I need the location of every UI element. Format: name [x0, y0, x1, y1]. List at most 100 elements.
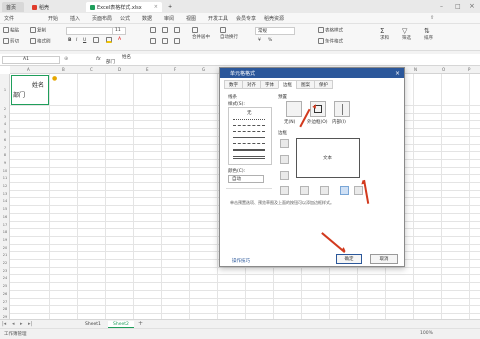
new-tab-button[interactable]: +	[164, 2, 174, 12]
border-dropdown-button[interactable]	[93, 37, 100, 44]
fill-color-button[interactable]	[106, 37, 113, 44]
line-style-dash-dot[interactable]	[233, 131, 265, 132]
selected-cell-a1[interactable]: 姓名 部门	[11, 75, 49, 105]
row-number[interactable]: 16	[0, 215, 10, 219]
row-number[interactable]: 27	[0, 300, 10, 304]
row-number[interactable]: 25	[0, 284, 10, 288]
italic-button[interactable]: I	[76, 38, 77, 43]
menu-item-page-layout[interactable]: 页面布局	[92, 15, 112, 22]
copy-button[interactable]: 复制	[30, 27, 46, 34]
close-tab-icon[interactable]: ×	[154, 4, 158, 10]
row-number[interactable]: 15	[0, 207, 10, 211]
cond-format-button[interactable]: 条件格式	[318, 38, 343, 45]
tips-link[interactable]: 操作技巧	[232, 258, 250, 264]
border-middle-v-button[interactable]	[320, 186, 329, 195]
maximize-icon[interactable]: □	[455, 3, 461, 10]
line-style-double[interactable]	[233, 156, 265, 159]
line-style-dotted[interactable]	[233, 119, 265, 120]
tab-protection[interactable]: 保护	[314, 80, 333, 89]
row-number[interactable]: 4	[0, 122, 10, 126]
border-diag-down-button[interactable]	[354, 186, 363, 195]
name-box[interactable]: A1	[2, 56, 60, 64]
menu-item-developer[interactable]: 开发工具	[208, 15, 228, 22]
row-number[interactable]: 11	[0, 176, 10, 180]
tab-wps[interactable]: 稻壳	[28, 2, 54, 12]
workbook-manager[interactable]: 工作簿管理	[4, 331, 27, 337]
filter-button[interactable]: ▽ 筛选	[402, 27, 411, 41]
tab-pattern[interactable]: 图案	[296, 80, 315, 89]
cancel-button[interactable]: 取消	[370, 254, 398, 264]
preset-none-button[interactable]	[286, 101, 302, 117]
line-style-none[interactable]: 无	[247, 110, 252, 116]
align-left-button[interactable]	[150, 38, 157, 45]
border-bottom-button[interactable]	[280, 171, 289, 180]
row-number[interactable]: 21	[0, 253, 10, 257]
line-style-thin[interactable]	[233, 137, 265, 138]
format-painter-button[interactable]: 格式刷	[30, 38, 51, 45]
row-number[interactable]: 24	[0, 276, 10, 280]
first-sheet-icon[interactable]: |◂	[2, 321, 6, 327]
tab-border[interactable]: 边框	[278, 80, 297, 89]
underline-button[interactable]: U	[83, 38, 86, 43]
row-number[interactable]: 8	[0, 153, 10, 157]
ok-button[interactable]: 确定	[336, 254, 362, 264]
menu-item-resources[interactable]: 稻壳资源	[264, 15, 284, 22]
border-right-button[interactable]	[340, 186, 349, 195]
column-n[interactable]: N	[414, 67, 417, 72]
row-number[interactable]: 18	[0, 230, 10, 234]
column-o[interactable]: O	[442, 67, 445, 72]
row-number[interactable]: 13	[0, 192, 10, 196]
column-b[interactable]: B	[62, 67, 65, 72]
menu-item-file[interactable]: 文件	[4, 15, 14, 22]
line-style-dashed[interactable]	[233, 125, 265, 126]
row-number[interactable]: 1	[0, 88, 10, 92]
row-number[interactable]: 3	[0, 115, 10, 119]
menu-item-home[interactable]: 开始	[48, 15, 58, 22]
next-sheet-icon[interactable]: ▸	[20, 321, 23, 327]
tab-alignment[interactable]: 对齐	[242, 80, 261, 89]
table-style-button[interactable]: 表格样式	[318, 27, 343, 34]
merge-center-button[interactable]: 合并居中	[192, 27, 210, 40]
minimize-icon[interactable]: –	[440, 3, 443, 10]
column-c[interactable]: C	[90, 67, 93, 72]
align-bottom-button[interactable]	[174, 27, 181, 34]
column-p[interactable]: P	[468, 67, 470, 72]
row-number[interactable]: 23	[0, 269, 10, 273]
row-number[interactable]: 6	[0, 138, 10, 142]
align-right-button[interactable]	[174, 38, 181, 45]
column-d[interactable]: D	[118, 67, 121, 72]
add-sheet-icon[interactable]: +	[138, 320, 143, 327]
sum-button[interactable]: Σ 求和	[380, 27, 389, 41]
menu-item-data[interactable]: 数据	[142, 15, 152, 22]
last-sheet-icon[interactable]: ▸|	[28, 321, 32, 327]
border-left-button[interactable]	[300, 186, 309, 195]
tab-font[interactable]: 字体	[260, 80, 279, 89]
tab-home[interactable]: 首页	[2, 2, 24, 12]
prev-sheet-icon[interactable]: ◂	[12, 321, 15, 327]
sheet-tab-2[interactable]: Sheet2	[108, 321, 134, 328]
menu-item-insert[interactable]: 插入	[70, 15, 80, 22]
wrap-text-button[interactable]: 自动换行	[220, 27, 238, 40]
border-diag-up-button[interactable]	[280, 186, 289, 195]
paste-button[interactable]: 粘贴	[3, 27, 19, 34]
color-select[interactable]: 自动	[228, 175, 264, 183]
row-number[interactable]: 17	[0, 223, 10, 227]
sort-button[interactable]: ⇅ 排序	[424, 27, 433, 41]
row-number[interactable]: 28	[0, 307, 10, 311]
border-top-button[interactable]	[280, 139, 289, 148]
menu-item-member[interactable]: 会员专享	[236, 15, 256, 22]
border-preview[interactable]: 文本	[296, 138, 360, 178]
row-number[interactable]: 5	[0, 130, 10, 134]
menu-item-review[interactable]: 审阅	[164, 15, 174, 22]
tab-number[interactable]: 数字	[224, 80, 243, 89]
row-number[interactable]: 9	[0, 161, 10, 165]
cut-button[interactable]: 剪切	[3, 38, 19, 45]
menu-item-view[interactable]: 视图	[186, 15, 196, 22]
row-number[interactable]: 22	[0, 261, 10, 265]
close-window-icon[interactable]: ×	[469, 2, 475, 10]
line-style-medium-dashed[interactable]	[233, 143, 265, 144]
column-e[interactable]: E	[146, 67, 149, 72]
border-middle-h-button[interactable]	[280, 155, 289, 164]
menu-item-formula[interactable]: 公式	[120, 15, 130, 22]
align-top-button[interactable]	[150, 27, 157, 34]
